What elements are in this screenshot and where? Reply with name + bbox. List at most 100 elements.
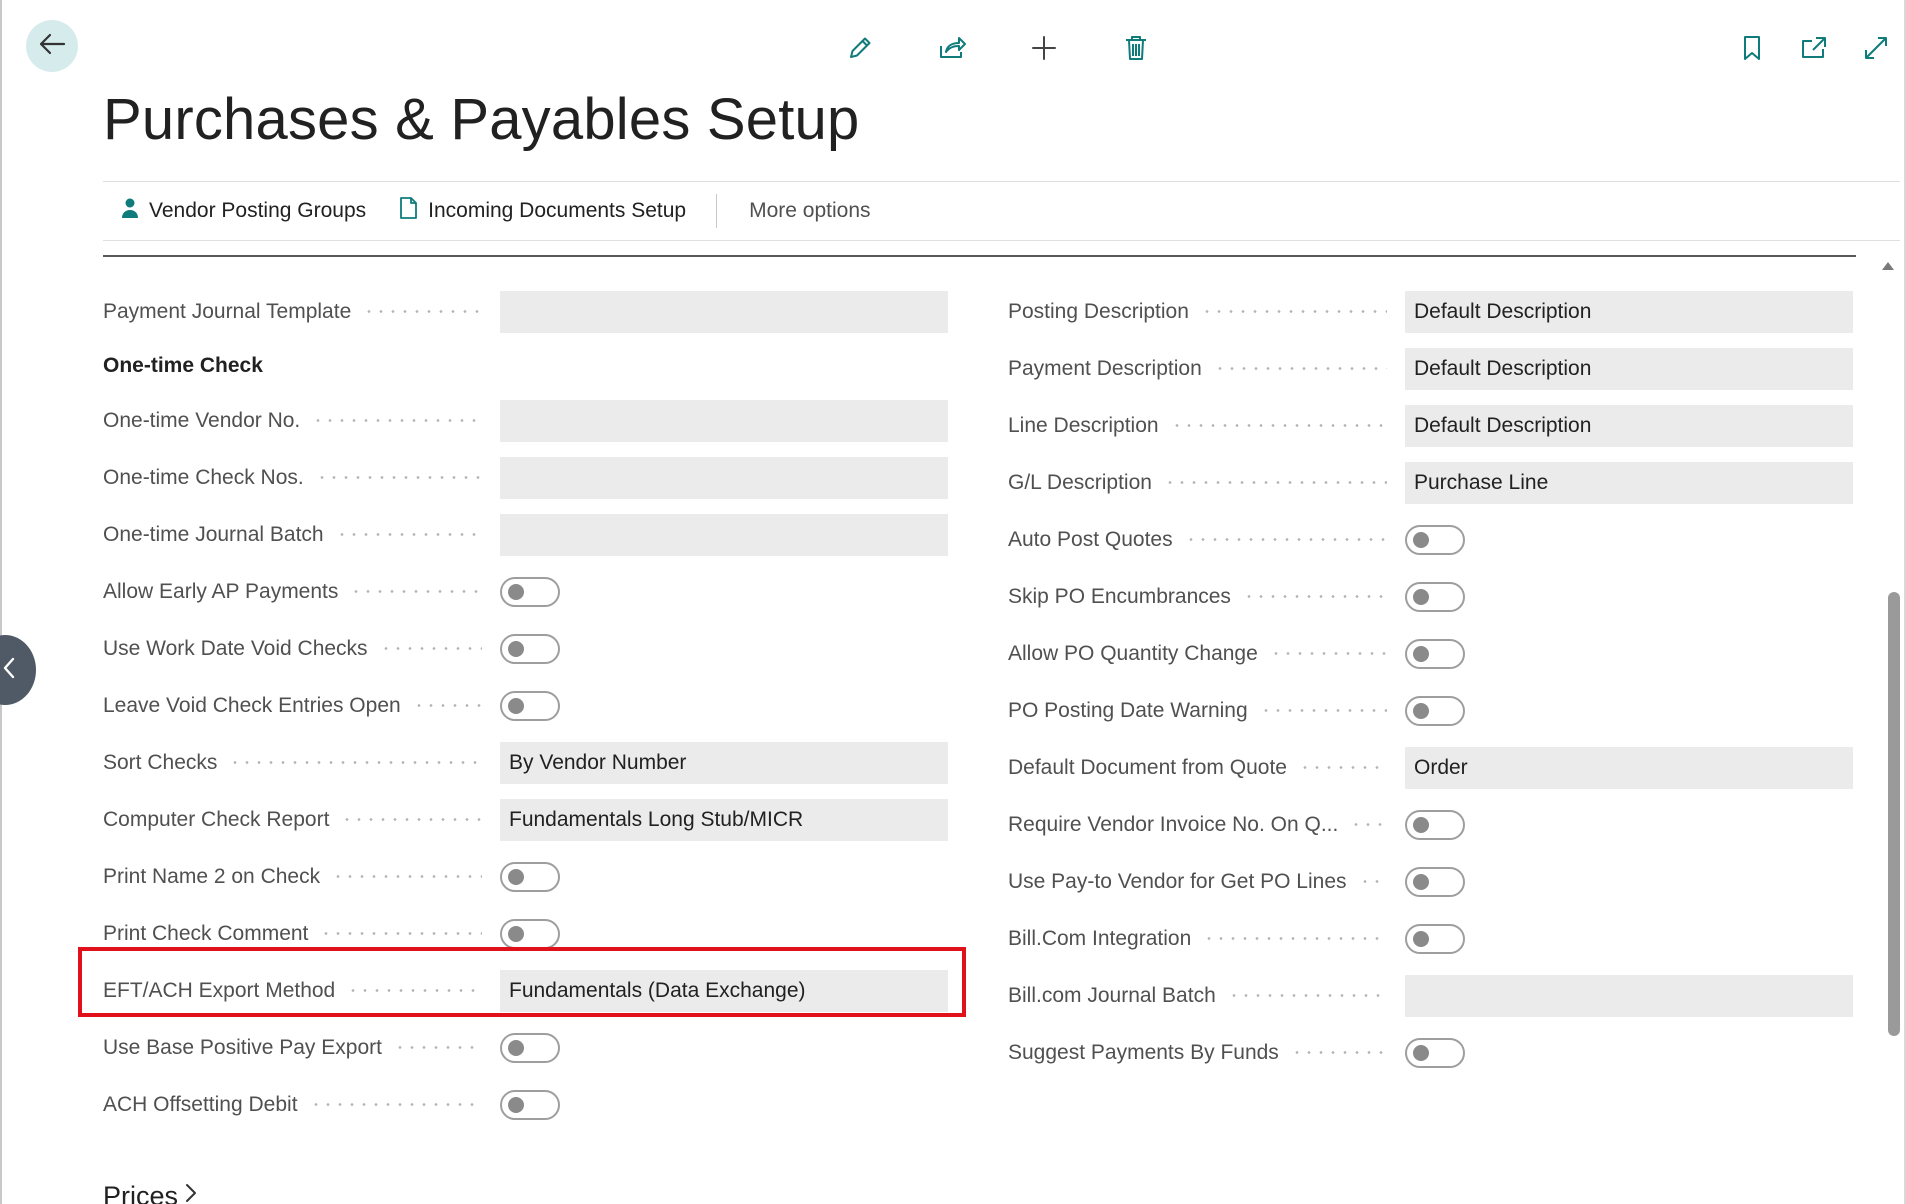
record-toolbar <box>840 30 1156 70</box>
gl-description-field[interactable]: Purchase Line <box>1405 461 1853 504</box>
collapse-panel-button[interactable] <box>0 635 36 705</box>
use-pay-to-vendor-toggle[interactable] <box>1405 866 1465 897</box>
field-label: Posting Description <box>1008 299 1189 323</box>
bill-com-journal-batch-row: Bill.com Journal Batch <box>1008 967 1853 1024</box>
print-check-comment-toggle[interactable] <box>500 918 560 949</box>
dot-leader <box>315 476 482 479</box>
payment-journal-template-field[interactable] <box>500 290 948 333</box>
one-time-journal-batch-row: One-time Journal Batch <box>103 506 948 563</box>
dot-leader <box>393 1046 482 1049</box>
field-label: Require Vendor Invoice No. On Q... <box>1008 812 1339 836</box>
open-new-window-button[interactable] <box>1794 30 1834 70</box>
dot-leader <box>1242 595 1387 598</box>
dot-leader <box>1290 1051 1387 1054</box>
bill-com-integration-row: Bill.Com Integration <box>1008 910 1853 967</box>
vendor-posting-groups-action[interactable]: Vendor Posting Groups <box>121 197 366 225</box>
new-button[interactable] <box>1024 30 1064 70</box>
leave-void-check-entries-open-toggle[interactable] <box>500 690 560 721</box>
plus-icon <box>1030 34 1058 67</box>
field-label: Use Base Positive Pay Export <box>103 1035 382 1059</box>
posting-description-row: Posting Description Default Description <box>1008 283 1853 340</box>
use-pay-to-vendor-row: Use Pay-to Vendor for Get PO Lines <box>1008 853 1853 910</box>
ach-offsetting-debit-toggle[interactable] <box>500 1089 560 1120</box>
eft-ach-export-method-field[interactable]: Fundamentals (Data Exchange) <box>500 969 948 1012</box>
bookmark-icon <box>1741 34 1763 67</box>
field-label: One-time Check Nos. <box>103 465 304 489</box>
person-icon <box>121 197 139 225</box>
chevron-right-icon <box>184 1181 198 1204</box>
incoming-documents-setup-label: Incoming Documents Setup <box>428 199 687 222</box>
default-document-from-quote-field[interactable]: Order <box>1405 746 1853 789</box>
one-time-check-nos-field[interactable] <box>500 456 948 499</box>
field-label: Auto Post Quotes <box>1008 527 1173 551</box>
use-base-positive-pay-export-row: Use Base Positive Pay Export <box>103 1019 948 1076</box>
field-label: Computer Check Report <box>103 807 330 831</box>
share-button[interactable] <box>932 30 972 70</box>
prices-section-header[interactable]: Prices <box>103 1181 198 1204</box>
scrollbar-thumb[interactable] <box>1888 592 1900 1036</box>
gl-description-row: G/L Description Purchase Line <box>1008 454 1853 511</box>
dot-leader <box>335 533 482 536</box>
sort-checks-row: Sort Checks By Vendor Number <box>103 734 948 791</box>
dot-leader <box>1227 994 1387 997</box>
payment-description-field[interactable]: Default Description <box>1405 347 1853 390</box>
more-options-button[interactable]: More options <box>749 199 870 223</box>
dot-leader <box>1200 310 1387 313</box>
field-label: Bill.Com Integration <box>1008 926 1192 950</box>
eft-ach-export-method-row: EFT/ACH Export Method Fundamentals (Data… <box>103 962 948 1019</box>
one-time-journal-batch-field[interactable] <box>500 513 948 556</box>
field-label: Payment Journal Template <box>103 299 352 323</box>
dot-leader <box>350 590 482 593</box>
auto-post-quotes-row: Auto Post Quotes <box>1008 511 1853 568</box>
field-label: One-time Journal Batch <box>103 522 324 546</box>
left-field-column: Payment Journal Template One-time Check … <box>103 283 948 1133</box>
edit-button[interactable] <box>840 30 880 70</box>
action-separator <box>716 194 718 228</box>
line-description-field[interactable]: Default Description <box>1405 404 1853 447</box>
posting-description-field[interactable]: Default Description <box>1405 290 1853 333</box>
dot-leader <box>341 818 482 821</box>
suggest-payments-by-funds-row: Suggest Payments By Funds <box>1008 1024 1853 1081</box>
use-work-date-void-checks-toggle[interactable] <box>500 633 560 664</box>
expand-button[interactable] <box>1856 30 1896 70</box>
toggle-knob <box>508 1096 524 1113</box>
field-label: ACH Offsetting Debit <box>103 1092 298 1116</box>
toggle-knob <box>1413 531 1429 548</box>
print-name-2-on-check-row: Print Name 2 on Check <box>103 848 948 905</box>
dot-leader <box>1213 367 1387 370</box>
skip-po-encumbrances-toggle[interactable] <box>1405 581 1465 612</box>
computer-check-report-field[interactable]: Fundamentals Long Stub/MICR <box>500 798 948 841</box>
field-label: Use Pay-to Vendor for Get PO Lines <box>1008 869 1347 893</box>
dot-leader <box>320 932 482 935</box>
toggle-knob <box>508 868 524 885</box>
use-base-positive-pay-export-toggle[interactable] <box>500 1032 560 1063</box>
dot-leader <box>1170 424 1387 427</box>
allow-early-ap-payments-toggle[interactable] <box>500 576 560 607</box>
allow-po-quantity-change-toggle[interactable] <box>1405 638 1465 669</box>
prices-label: Prices <box>103 1181 179 1204</box>
scroll-up-arrow[interactable] <box>1882 262 1894 270</box>
page-title: Purchases & Payables Setup <box>103 87 860 152</box>
open-in-new-window-icon <box>1800 35 1828 66</box>
one-time-vendor-no-field[interactable] <box>500 399 948 442</box>
auto-post-quotes-toggle[interactable] <box>1405 524 1465 555</box>
bookmark-button[interactable] <box>1732 30 1772 70</box>
dot-leader <box>1298 766 1387 769</box>
incoming-documents-setup-action[interactable]: Incoming Documents Setup <box>398 196 686 226</box>
dot-leader <box>312 419 482 422</box>
sort-checks-field[interactable]: By Vendor Number <box>500 741 948 784</box>
arrow-left-icon <box>38 32 66 61</box>
require-vendor-invoice-no-toggle[interactable] <box>1405 809 1465 840</box>
toggle-knob <box>1413 930 1429 947</box>
print-name-2-on-check-toggle[interactable] <box>500 861 560 892</box>
toggle-knob <box>1413 588 1429 605</box>
bill-com-integration-toggle[interactable] <box>1405 923 1465 954</box>
delete-button[interactable] <box>1116 30 1156 70</box>
dot-leader <box>1269 652 1387 655</box>
suggest-payments-by-funds-toggle[interactable] <box>1405 1037 1465 1068</box>
bill-com-journal-batch-field[interactable] <box>1405 974 1853 1017</box>
po-posting-date-warning-toggle[interactable] <box>1405 695 1465 726</box>
field-label: One-time Vendor No. <box>103 408 301 432</box>
back-button[interactable] <box>26 20 78 72</box>
one-time-vendor-no-row: One-time Vendor No. <box>103 392 948 449</box>
